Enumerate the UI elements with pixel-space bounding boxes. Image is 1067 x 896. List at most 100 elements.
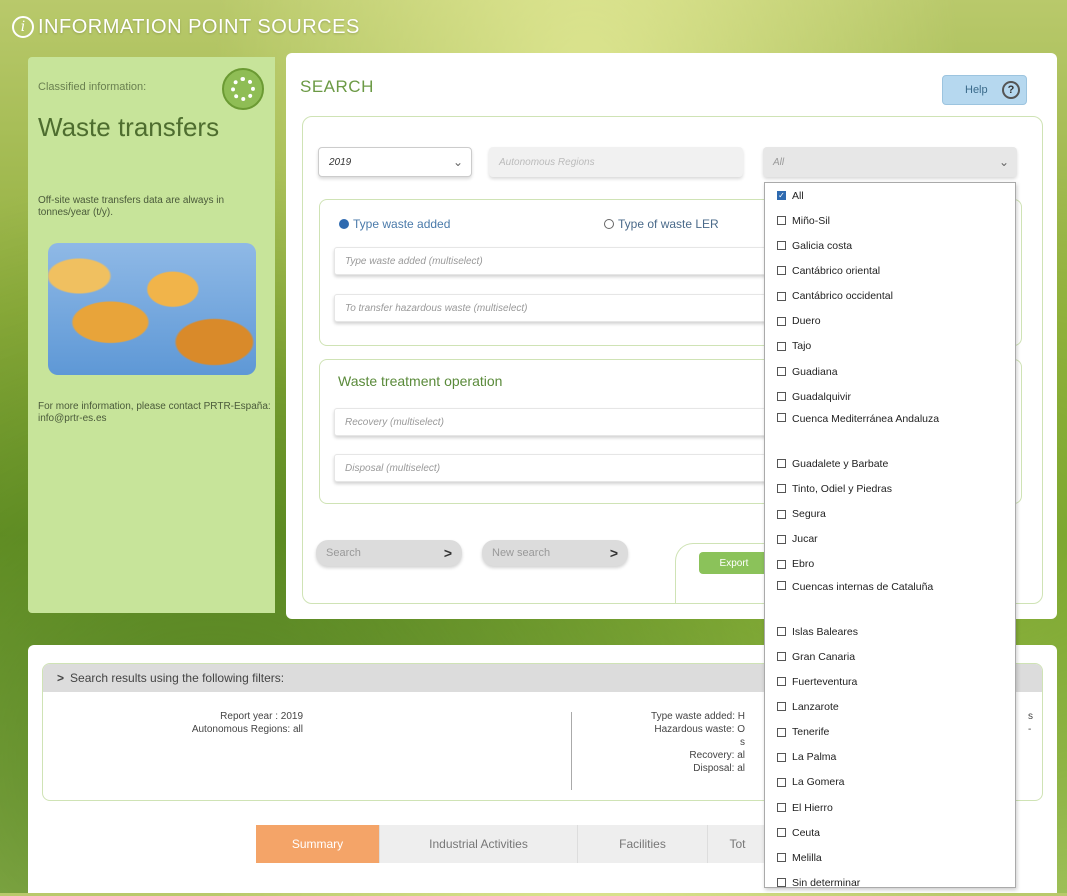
dropdown-option[interactable]: Cantábrico oriental xyxy=(765,258,1015,283)
tab-facilities[interactable]: Facilities xyxy=(578,825,708,863)
radio-type-waste-added[interactable]: Type waste added xyxy=(339,217,450,231)
year-value: 2019 xyxy=(329,156,352,168)
checkbox-icon[interactable] xyxy=(777,559,786,569)
dropdown-option[interactable]: La Gomera xyxy=(765,770,1015,795)
radio-empty-icon xyxy=(604,219,614,229)
checkbox-icon[interactable] xyxy=(777,777,786,787)
checkbox-icon[interactable] xyxy=(777,702,786,712)
filter-line: Hazardous waste: O xyxy=(654,724,745,735)
dropdown-option[interactable]: Jucar xyxy=(765,527,1015,552)
checkbox-icon[interactable] xyxy=(777,803,786,813)
dropdown-option[interactable]: Cantábrico occidental xyxy=(765,284,1015,309)
dropdown-option[interactable]: Lanzarote xyxy=(765,694,1015,719)
new-search-button[interactable]: New search > xyxy=(482,540,628,566)
dropdown-option[interactable]: Guadalquivir xyxy=(765,384,1015,409)
checkbox-icon[interactable] xyxy=(777,534,786,544)
checkbox-icon[interactable] xyxy=(777,677,786,687)
tab-summary[interactable]: Summary xyxy=(256,825,380,863)
checkbox-icon[interactable] xyxy=(777,241,786,251)
dropdown-option-label: Sin determinar xyxy=(792,876,861,889)
checkbox-icon[interactable] xyxy=(777,316,786,326)
dropdown-option[interactable]: Cuenca Mediterránea Andaluza xyxy=(765,409,1015,451)
dropdown-option[interactable]: Tajo xyxy=(765,334,1015,359)
dropdown-option[interactable]: Sin determinar xyxy=(765,870,1015,895)
dropdown-option[interactable]: Segura xyxy=(765,502,1015,527)
filters-left: Report year : 2019 Autonomous Regions: a… xyxy=(103,710,303,736)
dropdown-option-label: Guadiana xyxy=(792,365,838,378)
checkbox-icon[interactable] xyxy=(777,266,786,276)
checkbox-icon[interactable] xyxy=(777,580,786,590)
contact-note: For more information, please contact PRT… xyxy=(38,401,271,424)
checkbox-icon[interactable] xyxy=(777,752,786,762)
dropdown-option[interactable]: Miño-Sil xyxy=(765,208,1015,233)
checkbox-icon[interactable] xyxy=(777,341,786,351)
filters-right: s - xyxy=(1028,710,1033,736)
dropdown-option[interactable]: Fuerteventura xyxy=(765,669,1015,694)
dropdown-option[interactable]: Islas Baleares xyxy=(765,619,1015,644)
year-select[interactable]: 2019 ⌄ xyxy=(318,147,472,177)
checkbox-icon[interactable] xyxy=(777,291,786,301)
tab-industrial-activities[interactable]: Industrial Activities xyxy=(380,825,578,863)
filter-line: s xyxy=(740,737,745,748)
radio-selected-icon xyxy=(339,219,349,229)
checkbox-icon[interactable] xyxy=(777,413,786,423)
type-waste-added-multiselect[interactable]: Type waste added (multiselect) xyxy=(334,247,784,275)
search-button[interactable]: Search > xyxy=(316,540,462,566)
classified-label: Classified information: xyxy=(38,81,147,93)
checkbox-icon[interactable] xyxy=(777,459,786,469)
checkbox-icon[interactable] xyxy=(777,652,786,662)
dropdown-option[interactable]: Gran Canaria xyxy=(765,644,1015,669)
checkbox-icon[interactable] xyxy=(777,392,786,402)
dropdown-option[interactable]: Ebro xyxy=(765,552,1015,577)
dropdown-option[interactable]: Guadiana xyxy=(765,359,1015,384)
checkbox-icon[interactable] xyxy=(777,727,786,737)
dropdown-option[interactable]: Melilla xyxy=(765,845,1015,870)
checkbox-icon[interactable] xyxy=(777,828,786,838)
tab-totals[interactable]: Tot xyxy=(708,825,768,863)
chevron-right-icon: > xyxy=(57,671,65,685)
dropdown-option[interactable]: Tenerife xyxy=(765,720,1015,745)
section-heading: Waste transfers xyxy=(38,112,220,142)
filter-line: Report year : 2019 xyxy=(220,711,303,722)
treatment-title: Waste treatment operation xyxy=(338,373,503,389)
radio-label: Type of waste LER xyxy=(618,217,719,231)
checkbox-icon[interactable] xyxy=(777,484,786,494)
region-placeholder: Autonomous Regions xyxy=(499,156,595,168)
checkbox-icon[interactable] xyxy=(777,216,786,226)
checkbox-icon[interactable] xyxy=(777,367,786,377)
dropdown-option-label: Gran Canaria xyxy=(792,650,856,663)
disposal-multiselect[interactable]: Disposal (multiselect) xyxy=(334,454,784,482)
help-button[interactable]: Help ? xyxy=(942,75,1027,105)
leaves-image xyxy=(48,243,256,375)
checkbox-checked-icon[interactable]: ✓ xyxy=(777,191,786,201)
filter-line: Type waste added: H xyxy=(651,711,745,722)
autonomous-regions-select[interactable]: Autonomous Regions xyxy=(489,147,743,177)
river-basin-select[interactable]: All ⌄ xyxy=(763,147,1017,177)
dropdown-option[interactable]: Tinto, Odiel y Piedras xyxy=(765,476,1015,501)
units-note: Off-site waste transfers data are always… xyxy=(38,195,225,218)
recovery-multiselect[interactable]: Recovery (multiselect) xyxy=(334,408,784,436)
dropdown-option[interactable]: La Palma xyxy=(765,745,1015,770)
new-search-button-label: New search xyxy=(492,547,551,559)
dropdown-option[interactable]: Galicia costa xyxy=(765,233,1015,258)
dropdown-option[interactable]: Ceuta xyxy=(765,820,1015,845)
dropdown-option-label: Tenerife xyxy=(792,726,830,739)
dropdown-option[interactable]: Duero xyxy=(765,309,1015,334)
checkbox-icon[interactable] xyxy=(777,509,786,519)
checkbox-icon[interactable] xyxy=(777,878,786,888)
dropdown-option[interactable]: El Hierro xyxy=(765,795,1015,820)
dropdown-option-label: Tajo xyxy=(792,340,812,353)
dropdown-option[interactable]: Cuencas internas de Cataluña xyxy=(765,577,1015,619)
dropdown-option-label: Lanzarote xyxy=(792,700,839,713)
export-button[interactable]: Export xyxy=(699,552,769,574)
checkbox-icon[interactable] xyxy=(777,853,786,863)
dropdown-option[interactable]: Guadalete y Barbate xyxy=(765,451,1015,476)
radio-type-waste-ler[interactable]: Type of waste LER xyxy=(604,217,719,231)
dropdown-option-label: Melilla xyxy=(792,851,822,864)
dropdown-option-label: La Palma xyxy=(792,751,837,764)
checkbox-icon[interactable] xyxy=(777,627,786,637)
dropdown-option-label: Islas Baleares xyxy=(792,625,858,638)
dropdown-option[interactable]: ✓ All xyxy=(765,183,1015,208)
dropdown-option-label: Cantábrico occidental xyxy=(792,290,893,303)
hazardous-waste-multiselect[interactable]: To transfer hazardous waste (multiselect… xyxy=(334,294,784,322)
